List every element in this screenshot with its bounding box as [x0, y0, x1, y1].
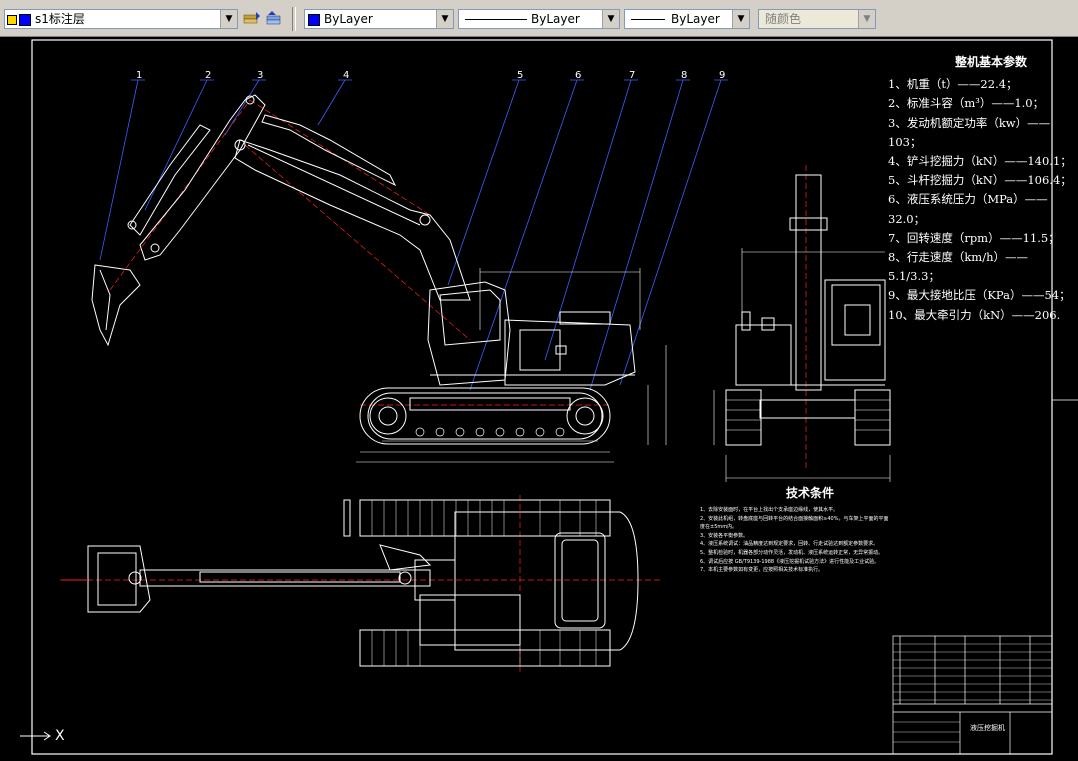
technical-conditions: 技术条件 1、去除安装面时，在平台上找出个支承座边缘线，使其水平。 2、安装此机…: [700, 486, 890, 575]
param-item: 7、回转速度（rpm）——11.5；: [888, 230, 1060, 245]
tech-item: 7、本机主要参数如有变更，应按照相关技术标准执行。: [700, 567, 824, 574]
color-value: ByLayer: [324, 12, 373, 26]
chevron-down-icon[interactable]: ▼: [858, 10, 875, 28]
part-label-6: 6: [575, 70, 581, 81]
chevron-down-icon[interactable]: ▼: [436, 10, 453, 28]
toolbar-separator: [292, 7, 296, 31]
tech-item: 2、安装此机组，转盘底座与回转平台的结合面接触面积≥40%，与车架上平面的平面度…: [700, 515, 889, 531]
part-label-9: 9: [719, 70, 725, 81]
parameters-list: 整机基本参数 1、机重（t）——22.4； 2、标准斗容（m³）——1.0； 3…: [888, 53, 1078, 325]
param-item: 8、行走速度（km/h）——5.1/3.3；: [888, 250, 1028, 284]
layer-dropdown[interactable]: s1标注层 ▼: [4, 9, 238, 29]
part-label-2: 2: [205, 70, 211, 81]
drawing-canvas[interactable]: 1 2 3 4 5 6 7 8 9 液压挖掘机 X 整机基本参数 1、机重（t）…: [0, 37, 1078, 761]
chevron-down-icon[interactable]: ▼: [732, 10, 749, 28]
ucs-icon: [20, 731, 51, 741]
param-item: 1、机重（t）——22.4；: [888, 77, 1018, 92]
param-item: 6、液压系统压力（MPa）——32.0；: [888, 192, 1048, 226]
param-item: 3、发动机额定功率（kw）——103；: [888, 115, 1051, 149]
side-view-dimensions: [356, 268, 667, 463]
part-label-8: 8: [681, 70, 687, 81]
linetype-value: ByLayer: [531, 12, 580, 26]
layer-previous-icon[interactable]: [264, 10, 284, 28]
plotstyle-dropdown[interactable]: 随颜色 ▼: [758, 9, 876, 29]
linetype-dropdown[interactable]: ByLayer ▼: [458, 9, 620, 29]
lineweight-sample: [631, 19, 665, 20]
tech-item: 3、安装各平衡参数。: [700, 532, 749, 539]
tech-item: 5、整机检验时，机器各部分动作灵活，发动机、液压系统运转正常，无异常振动。: [700, 549, 884, 556]
layer-swatch-icon: [19, 13, 31, 26]
color-dropdown[interactable]: ByLayer ▼: [304, 9, 454, 29]
part-label-5: 5: [517, 70, 523, 81]
properties-toolbar: s1标注层 ▼ ByLayer ▼ ByLayer ▼ ByLayer ▼ 随颜…: [0, 0, 1078, 37]
lineweight-value: ByLayer: [671, 12, 720, 26]
lineweight-dropdown[interactable]: ByLayer ▼: [624, 9, 750, 29]
front-view-excavator: [713, 165, 891, 482]
layer-color-icon: [7, 14, 17, 25]
make-current-layer-icon[interactable]: [242, 10, 262, 28]
param-item: 9、最大接地比压（KPa）——54；: [888, 288, 1071, 303]
part-label-4: 4: [343, 70, 349, 81]
part-number-labels: 1 2 3 4 5 6 7 8 9: [136, 70, 725, 81]
color-swatch-icon: [308, 13, 320, 26]
param-item: 5、斗杆挖掘力（kN）——106.4；: [888, 173, 1072, 188]
part-label-1: 1: [136, 70, 142, 81]
tech-title: 技术条件: [785, 486, 834, 500]
param-item: 10、最大牵引力（kN）——206.: [888, 307, 1061, 322]
tech-item: 6、调试后应按 GB/T9139-1988《液压挖掘机试验方法》进行性能及工业试…: [700, 558, 880, 565]
params-title: 整机基本参数: [954, 55, 1027, 69]
leader-lines: [99, 79, 728, 391]
ucs-axis-label: X: [55, 728, 65, 744]
part-label-3: 3: [257, 70, 263, 81]
linetype-sample: [465, 19, 527, 20]
title-block: [892, 635, 1053, 755]
plotstyle-value: 随颜色: [765, 12, 802, 26]
param-item: 2、标准斗容（m³）——1.0；: [888, 96, 1045, 111]
top-view-excavator: [60, 495, 660, 675]
tech-item: 4、液压系统调试：油品精度达到规定要求，回转、行走试验达到额定参数要求。: [700, 541, 879, 548]
chevron-down-icon[interactable]: ▼: [602, 10, 619, 28]
param-item: 4、铲斗挖掘力（kN）——140.1；: [888, 154, 1072, 169]
part-label-7: 7: [629, 70, 635, 81]
chevron-down-icon[interactable]: ▼: [220, 10, 237, 28]
tech-item: 1、去除安装面时，在平台上找出个支承座边缘线，使其水平。: [700, 507, 839, 513]
title-block-name: 液压挖掘机: [970, 723, 1005, 732]
layer-name: s1标注层: [35, 12, 85, 26]
